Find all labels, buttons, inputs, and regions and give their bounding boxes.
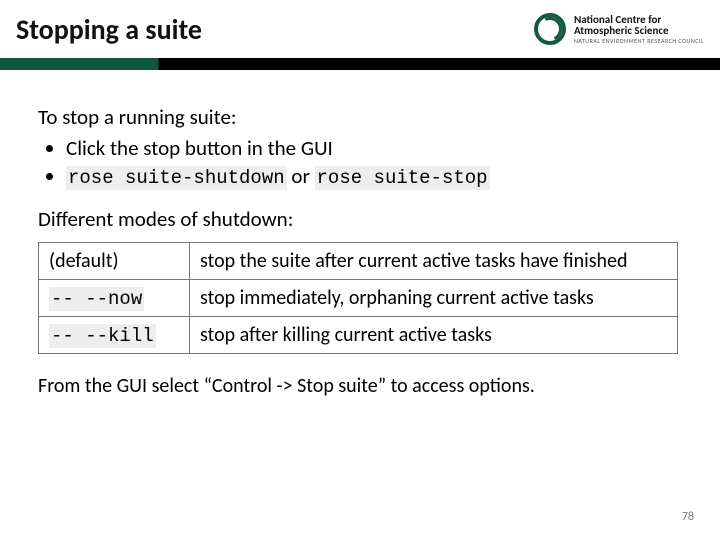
code-snippet: rose suite-stop [315,166,490,190]
logo-line2: Atmospheric Science [574,25,704,36]
slide-title: Stopping a suite [16,12,202,47]
bullet-item: rose suite-shutdown or rose suite-stop [66,162,682,192]
option-cell: -- --now [39,279,190,316]
table-row: (default) stop the suite after current a… [39,242,678,279]
logo-text: National Centre for Atmospheric Science … [574,14,704,44]
slide: Stopping a suite National Centre for Atm… [0,0,720,540]
header-bar: Stopping a suite National Centre for Atm… [0,0,720,58]
description-cell: stop the suite after current active task… [190,242,678,279]
code-snippet: rose suite-shutdown [66,166,287,190]
ncas-logo: National Centre for Atmospheric Science … [534,13,704,45]
modes-table: (default) stop the suite after current a… [38,242,678,354]
option-cell: (default) [39,242,190,279]
footer-text: From the GUI select “Control -> Stop sui… [38,374,682,398]
bullet-joiner: or [287,163,315,189]
logo-line3: NATURAL ENVIRONMENT RESEARCH COUNCIL [574,38,704,44]
content-area: To stop a running suite: Click the stop … [0,70,720,398]
bullet-text: Click the stop button in the GUI [66,135,333,161]
description-cell: stop after killing current active tasks [190,316,678,353]
subheading: Different modes of shutdown: [38,206,682,232]
lead-text: To stop a running suite: [38,104,682,130]
option-code: -- --now [49,287,144,311]
description-cell: stop immediately, orphaning current acti… [190,279,678,316]
header-stripe [0,58,720,70]
option-code: -- --kill [49,324,156,348]
logo-mark-icon [534,13,566,45]
bullet-list: Click the stop button in the GUI rose su… [38,134,682,192]
table-row: -- --kill stop after killing current act… [39,316,678,353]
page-number: 78 [682,510,694,524]
table-row: -- --now stop immediately, orphaning cur… [39,279,678,316]
option-plain: (default) [49,249,119,273]
option-cell: -- --kill [39,316,190,353]
bullet-item: Click the stop button in the GUI [66,134,682,162]
